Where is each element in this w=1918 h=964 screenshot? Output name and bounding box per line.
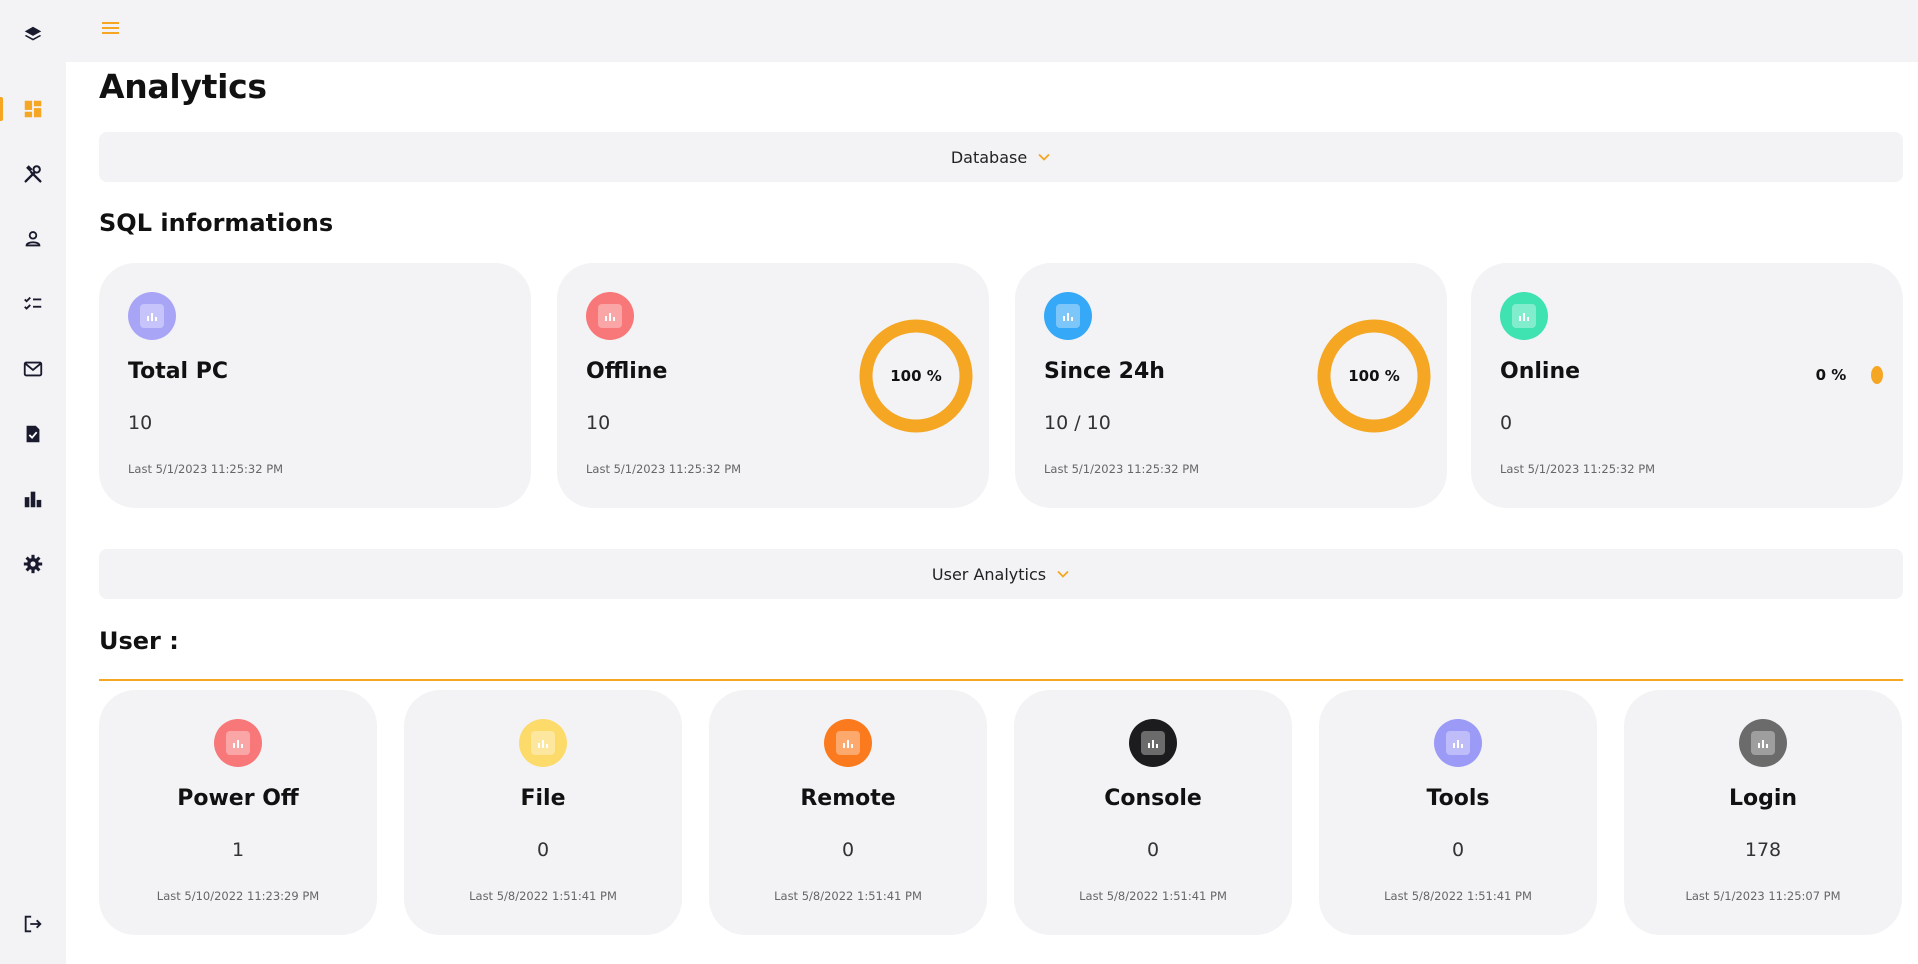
card-title: Since 24h bbox=[1044, 359, 1165, 384]
sidebar bbox=[0, 0, 66, 964]
user-card-console: Console 0 Last 5/8/2022 1:51:41 PM bbox=[1014, 690, 1292, 935]
card-last-updated: Last 5/8/2022 1:51:41 PM bbox=[1079, 889, 1227, 903]
database-accordion[interactable]: Database bbox=[99, 132, 1903, 182]
card-title: Power Off bbox=[177, 786, 299, 811]
settings-icon[interactable] bbox=[0, 544, 66, 584]
stat-chart-icon bbox=[128, 292, 176, 340]
percent-label: 0 % bbox=[1815, 366, 1847, 384]
card-last-updated: Last 5/8/2022 1:51:41 PM bbox=[469, 889, 617, 903]
dashboard-icon[interactable] bbox=[0, 89, 66, 129]
card-title: Remote bbox=[800, 786, 896, 811]
card-last-updated: Last 5/1/2023 11:25:32 PM bbox=[1500, 462, 1656, 476]
stat-chart-icon bbox=[214, 719, 262, 767]
card-value: 10 / 10 bbox=[1044, 412, 1111, 434]
stat-chart-icon bbox=[1434, 719, 1482, 767]
user-analytics-accordion[interactable]: User Analytics bbox=[99, 549, 1903, 599]
sql-card-since-24h: Since 24h 10 / 10 Last 5/1/2023 11:25:32… bbox=[1015, 263, 1447, 508]
card-value: 0 bbox=[841, 839, 855, 861]
main-content: Analytics Database SQL informations Tota… bbox=[66, 62, 1918, 964]
card-last-updated: Last 5/1/2023 11:25:07 PM bbox=[1685, 889, 1841, 903]
percent-label: 100 % bbox=[890, 367, 942, 385]
percent-label: 100 % bbox=[1348, 367, 1400, 385]
card-value: 0 bbox=[536, 839, 550, 861]
card-value: 1 bbox=[231, 839, 245, 861]
section-divider bbox=[99, 679, 1903, 681]
user-card-remote: Remote 0 Last 5/8/2022 1:51:41 PM bbox=[709, 690, 987, 935]
card-value: 178 bbox=[1744, 839, 1782, 861]
card-value: 10 bbox=[128, 412, 153, 434]
card-title: Online bbox=[1500, 359, 1581, 384]
card-value: 0 bbox=[1146, 839, 1160, 861]
user-card-login: Login 178 Last 5/1/2023 11:25:07 PM bbox=[1624, 690, 1902, 935]
card-value: 0 bbox=[1500, 412, 1513, 434]
sql-card-online: Online 0 Last 5/1/2023 11:25:32 PM 0 % bbox=[1471, 263, 1903, 508]
stat-chart-icon bbox=[586, 292, 634, 340]
percent-ring-indicator bbox=[1871, 366, 1883, 384]
stat-chart-icon bbox=[1500, 292, 1548, 340]
stat-chart-icon bbox=[1129, 719, 1177, 767]
top-bar bbox=[66, 0, 1918, 62]
stat-chart-icon bbox=[1739, 719, 1787, 767]
card-title: File bbox=[520, 786, 566, 811]
logout-icon[interactable] bbox=[0, 904, 66, 944]
stat-chart-icon bbox=[824, 719, 872, 767]
user-analytics-accordion-label: User Analytics bbox=[931, 564, 1047, 584]
bar-chart-icon[interactable] bbox=[0, 479, 66, 519]
card-last-updated: Last 5/1/2023 11:25:32 PM bbox=[128, 462, 284, 476]
sql-card-total-pc: Total PC 10 Last 5/1/2023 11:25:32 PM bbox=[99, 263, 531, 508]
chevron-down-icon bbox=[1057, 570, 1069, 578]
card-value: 0 bbox=[1451, 839, 1465, 861]
card-value: 10 bbox=[586, 412, 611, 434]
stat-chart-icon bbox=[519, 719, 567, 767]
user-card-tools: Tools 0 Last 5/8/2022 1:51:41 PM bbox=[1319, 690, 1597, 935]
card-title: Tools bbox=[1426, 786, 1490, 811]
card-title: Offline bbox=[586, 359, 668, 384]
chevron-down-icon bbox=[1038, 153, 1050, 161]
file-check-icon[interactable] bbox=[0, 414, 66, 454]
database-accordion-label: Database bbox=[950, 147, 1028, 167]
card-last-updated: Last 5/8/2022 1:51:41 PM bbox=[774, 889, 922, 903]
user-section-title: User : bbox=[99, 627, 179, 655]
user-card-power-off: Power Off 1 Last 5/10/2022 11:23:29 PM bbox=[99, 690, 377, 935]
checklist-icon[interactable] bbox=[0, 284, 66, 324]
page-title: Analytics bbox=[99, 67, 267, 106]
tools-icon[interactable] bbox=[0, 154, 66, 194]
card-last-updated: Last 5/1/2023 11:25:32 PM bbox=[586, 462, 742, 476]
card-last-updated: Last 5/10/2022 11:23:29 PM bbox=[156, 889, 320, 903]
sql-card-offline: Offline 10 Last 5/1/2023 11:25:32 PM 100… bbox=[557, 263, 989, 508]
card-last-updated: Last 5/8/2022 1:51:41 PM bbox=[1384, 889, 1532, 903]
user-icon[interactable] bbox=[0, 219, 66, 259]
menu-toggle-icon[interactable] bbox=[100, 18, 122, 38]
sql-section-title: SQL informations bbox=[99, 209, 334, 237]
user-card-file: File 0 Last 5/8/2022 1:51:41 PM bbox=[404, 690, 682, 935]
card-title: Console bbox=[1104, 786, 1202, 811]
mail-icon[interactable] bbox=[0, 349, 66, 389]
card-last-updated: Last 5/1/2023 11:25:32 PM bbox=[1044, 462, 1200, 476]
stat-chart-icon bbox=[1044, 292, 1092, 340]
card-title: Login bbox=[1728, 786, 1798, 811]
card-title: Total PC bbox=[128, 359, 229, 384]
layers-icon[interactable] bbox=[0, 15, 66, 55]
